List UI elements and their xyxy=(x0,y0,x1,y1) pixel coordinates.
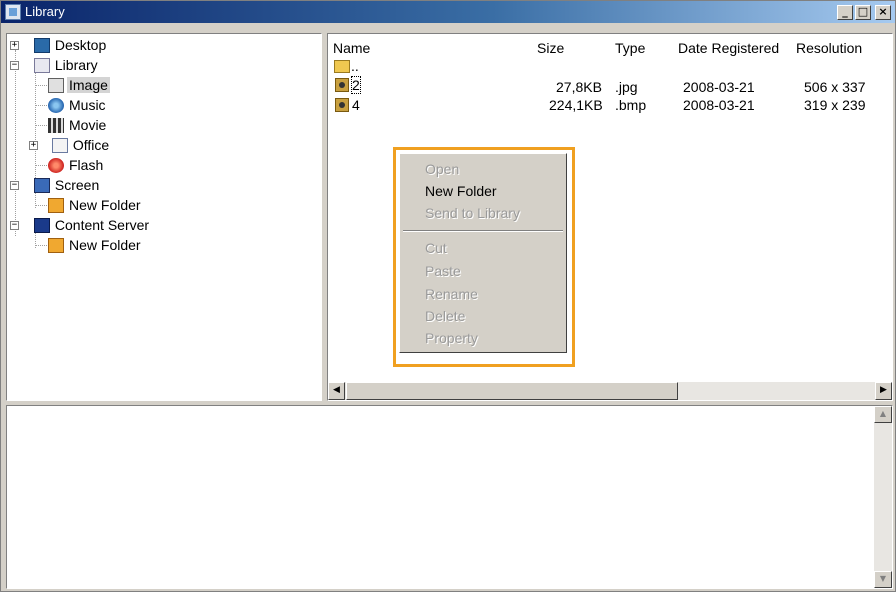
parent-folder-icon xyxy=(334,60,350,73)
tree-connector xyxy=(35,85,47,86)
tree-item-label: Desktop xyxy=(54,37,107,53)
file-date: 2008-03-21 xyxy=(683,79,755,95)
desktop-icon xyxy=(33,38,50,53)
folder-icon xyxy=(48,238,64,253)
tree-item-music[interactable]: Music xyxy=(48,96,108,116)
file-date: 2008-03-21 xyxy=(683,97,755,113)
menu-separator xyxy=(403,230,563,232)
tree-connector xyxy=(35,105,47,106)
file-resolution: 506 x 337 xyxy=(804,79,866,95)
tree-item-label: New Folder xyxy=(69,237,141,253)
tree-item-library[interactable]: − Library xyxy=(10,56,100,76)
tree-item-label: Content Server xyxy=(54,217,150,233)
scroll-right-icon[interactable]: ▶ xyxy=(875,382,892,400)
vertical-scrollbar[interactable]: ▲ ▼ xyxy=(874,406,892,588)
preview-pane: ▲ ▼ xyxy=(6,405,893,589)
column-header-name[interactable]: Name xyxy=(333,40,370,56)
column-header-date[interactable]: Date Registered xyxy=(678,40,779,56)
expand-icon[interactable]: + xyxy=(29,141,38,150)
window-title: Library xyxy=(25,4,65,19)
scrollbar-thumb[interactable] xyxy=(346,382,678,400)
tree-item-new-folder-server[interactable]: New Folder xyxy=(48,236,143,256)
parent-folder-label: .. xyxy=(351,58,359,74)
menu-item-rename[interactable]: Rename xyxy=(425,286,478,302)
tree-item-new-folder-screen[interactable]: New Folder xyxy=(48,196,143,216)
collapse-icon[interactable]: − xyxy=(10,181,19,190)
file-type: .bmp xyxy=(615,97,647,113)
menu-item-property[interactable]: Property xyxy=(425,330,478,346)
file-size: 224,1KB xyxy=(549,97,603,113)
column-header-resolution[interactable]: Resolution xyxy=(796,40,862,56)
maximize-button[interactable]: □ xyxy=(855,5,871,20)
tree-item-label: Music xyxy=(69,97,106,113)
library-icon xyxy=(33,58,50,73)
tree-item-office[interactable]: + Office xyxy=(29,136,111,156)
file-type: .jpg xyxy=(615,79,638,95)
collapse-icon[interactable]: − xyxy=(10,221,19,230)
menu-item-paste[interactable]: Paste xyxy=(425,263,461,279)
tree-item-label: Office xyxy=(72,137,110,153)
tree-item-desktop[interactable]: + Desktop xyxy=(10,36,108,56)
folder-tree[interactable]: + Desktop − Library Image Music Movie + … xyxy=(6,33,322,401)
tree-item-flash[interactable]: Flash xyxy=(48,156,105,176)
tree-item-label: Flash xyxy=(69,157,104,173)
library-app-icon xyxy=(5,4,21,20)
tree-connector xyxy=(35,70,36,188)
screen-icon xyxy=(33,178,50,193)
file-name: 2 xyxy=(351,76,361,94)
column-header-size[interactable]: Size xyxy=(537,40,564,56)
music-icon xyxy=(48,98,64,113)
minimize-button[interactable]: _ xyxy=(837,5,853,20)
close-button[interactable]: × xyxy=(875,5,891,20)
menu-item-open[interactable]: Open xyxy=(425,161,459,177)
library-window: Library _ □ × + Desktop − Library Image xyxy=(0,0,896,592)
image-file-icon xyxy=(335,78,349,92)
content-server-icon xyxy=(33,218,50,233)
tree-item-label: New Folder xyxy=(69,197,141,213)
scroll-up-icon[interactable]: ▲ xyxy=(874,406,892,423)
menu-item-new-folder[interactable]: New Folder xyxy=(425,183,497,199)
tree-item-screen[interactable]: − Screen xyxy=(10,176,101,196)
tree-connector xyxy=(15,50,16,236)
file-resolution: 319 x 239 xyxy=(804,97,866,113)
flash-icon xyxy=(48,158,64,173)
image-file-icon xyxy=(335,98,349,112)
tree-connector xyxy=(35,205,47,206)
scroll-left-icon[interactable]: ◀ xyxy=(328,382,345,400)
menu-item-delete[interactable]: Delete xyxy=(425,308,465,324)
menu-item-send-to-library[interactable]: Send to Library xyxy=(425,205,520,221)
office-icon xyxy=(51,138,68,153)
image-folder-icon xyxy=(48,78,64,93)
file-name: 4 xyxy=(352,97,360,113)
movie-icon xyxy=(48,118,64,133)
tree-item-label: Library xyxy=(54,57,98,73)
tree-connector xyxy=(35,125,47,126)
tree-item-content-server[interactable]: − Content Server xyxy=(10,216,151,236)
tree-item-label: Image xyxy=(67,77,110,93)
folder-icon xyxy=(48,198,64,213)
title-bar[interactable]: Library _ □ × xyxy=(1,1,895,23)
collapse-icon[interactable]: − xyxy=(10,61,19,70)
tree-item-movie[interactable]: Movie xyxy=(48,116,108,136)
tree-item-image[interactable]: Image xyxy=(48,76,110,96)
tree-connector xyxy=(35,165,47,166)
file-size: 27,8KB xyxy=(556,79,602,95)
expand-icon[interactable]: + xyxy=(10,41,19,50)
context-menu: Open New Folder Send to Library Cut Past… xyxy=(399,153,567,353)
menu-item-cut[interactable]: Cut xyxy=(425,240,447,256)
tree-item-label: Movie xyxy=(69,117,107,133)
horizontal-scrollbar[interactable]: ◀ ▶ xyxy=(328,382,892,400)
column-header-type[interactable]: Type xyxy=(615,40,645,56)
tree-item-label: Screen xyxy=(54,177,100,193)
scroll-down-icon[interactable]: ▼ xyxy=(874,571,892,588)
tree-connector xyxy=(35,245,47,246)
